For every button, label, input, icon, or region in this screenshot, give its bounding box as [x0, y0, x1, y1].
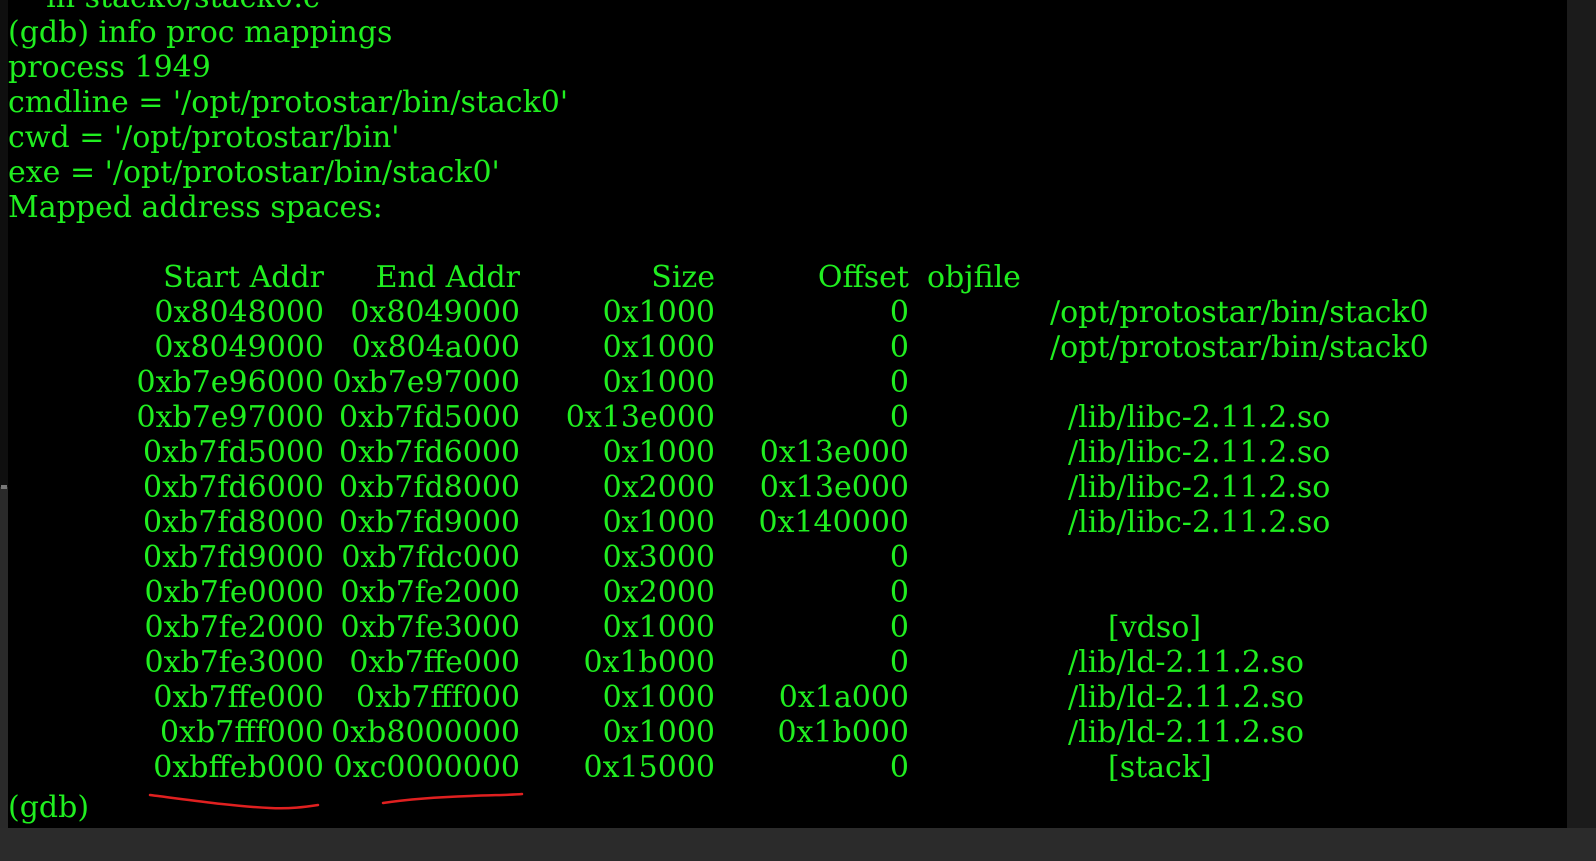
row-end-addr: 0xb7fe3000 [340, 610, 520, 645]
row-size: 0x2000 [602, 470, 715, 505]
terminal-line-cmdline: cmdline = '/opt/protostar/bin/stack0' [8, 85, 569, 120]
window-left-border [0, 0, 8, 487]
row-size: 0x13e000 [565, 400, 715, 435]
row-size: 0x1000 [602, 610, 715, 645]
row-offset: 0 [889, 750, 909, 785]
row-objfile: /lib/ld-2.11.2.so [1068, 645, 1304, 680]
header-end-addr: End Addr [375, 260, 520, 295]
row-objfile: /opt/protostar/bin/stack0 [1050, 295, 1429, 330]
terminal-window[interactable]: in stack0/stack0.c (gdb) info proc mappi… [8, 0, 1567, 828]
header-objfile: objfile [927, 260, 1021, 295]
row-offset: 0 [889, 400, 909, 435]
terminal-line-exe: exe = '/opt/protostar/bin/stack0' [8, 155, 500, 190]
row-objfile: /lib/libc-2.11.2.so [1068, 470, 1331, 505]
row-offset: 0x1a000 [778, 680, 909, 715]
screen: in stack0/stack0.c (gdb) info proc mappi… [0, 0, 1596, 861]
row-start-addr: 0xb7fd9000 [143, 540, 324, 575]
right-edge-panel [1567, 0, 1596, 861]
row-end-addr: 0xb7fd9000 [339, 505, 520, 540]
terminal-line-mapped: Mapped address spaces: [8, 190, 383, 225]
row-objfile: /lib/libc-2.11.2.so [1068, 505, 1331, 540]
resize-handle[interactable] [1, 485, 7, 489]
row-start-addr: 0xb7fd8000 [143, 505, 324, 540]
row-objfile: [stack] [1108, 750, 1212, 785]
row-size: 0x1000 [602, 505, 715, 540]
row-size: 0x15000 [583, 750, 715, 785]
row-offset: 0 [889, 610, 909, 645]
row-offset: 0 [889, 330, 909, 365]
row-size: 0x1000 [602, 715, 715, 750]
row-start-addr: 0xb7e96000 [136, 365, 325, 400]
bottom-edge-panel [0, 828, 1596, 861]
row-objfile: /lib/ld-2.11.2.so [1068, 715, 1304, 750]
row-size: 0x1b000 [583, 645, 715, 680]
row-offset: 0x140000 [758, 505, 909, 540]
row-end-addr: 0xb7fd5000 [339, 400, 520, 435]
terminal-line-command: (gdb) info proc mappings [8, 15, 393, 50]
terminal-line-partial: in stack0/stack0.c [8, 0, 320, 15]
row-objfile: /lib/libc-2.11.2.so [1068, 400, 1331, 435]
row-objfile: /opt/protostar/bin/stack0 [1050, 330, 1429, 365]
row-start-addr: 0xbffeb000 [153, 750, 324, 785]
row-offset: 0 [889, 575, 909, 610]
row-end-addr: 0xb7ffe000 [349, 645, 520, 680]
row-end-addr: 0xc0000000 [333, 750, 520, 785]
row-size: 0x1000 [602, 365, 715, 400]
row-offset: 0 [889, 540, 909, 575]
row-start-addr: 0xb7fe0000 [144, 575, 324, 610]
row-start-addr: 0x8048000 [154, 295, 324, 330]
row-size: 0x1000 [602, 680, 715, 715]
row-offset: 0 [889, 365, 909, 400]
row-objfile: /lib/libc-2.11.2.so [1068, 435, 1331, 470]
terminal-line-cwd: cwd = '/opt/protostar/bin' [8, 120, 400, 155]
row-start-addr: 0xb7fe2000 [144, 610, 324, 645]
terminal-line-process: process 1949 [8, 50, 211, 85]
row-size: 0x1000 [602, 330, 715, 365]
row-start-addr: 0xb7e97000 [136, 400, 325, 435]
row-size: 0x1000 [602, 435, 715, 470]
row-end-addr: 0x8049000 [350, 295, 520, 330]
gdb-prompt[interactable]: (gdb) [8, 790, 89, 825]
row-end-addr: 0xb7fe2000 [340, 575, 520, 610]
header-offset: Offset [817, 260, 909, 295]
row-offset: 0 [889, 295, 909, 330]
row-end-addr: 0xb7fd8000 [339, 470, 520, 505]
row-objfile: /lib/ld-2.11.2.so [1068, 680, 1304, 715]
row-end-addr: 0xb7fff000 [356, 680, 520, 715]
header-size: Size [651, 260, 715, 295]
row-end-addr: 0xb7fdc000 [341, 540, 520, 575]
row-start-addr: 0xb7fe3000 [144, 645, 324, 680]
row-offset: 0x1b000 [777, 715, 909, 750]
header-start-addr: Start Addr [163, 260, 324, 295]
row-size: 0x3000 [602, 540, 715, 575]
row-offset: 0x13e000 [759, 435, 909, 470]
window-left-border-lower [0, 487, 8, 828]
row-offset: 0 [889, 645, 909, 680]
row-start-addr: 0xb7fd6000 [143, 470, 324, 505]
row-start-addr: 0x8049000 [154, 330, 324, 365]
row-size: 0x2000 [602, 575, 715, 610]
row-start-addr: 0xb7ffe000 [153, 680, 324, 715]
row-size: 0x1000 [602, 295, 715, 330]
row-start-addr: 0xb7fd5000 [143, 435, 324, 470]
row-end-addr: 0xb8000000 [331, 715, 520, 750]
row-start-addr: 0xb7fff000 [160, 715, 324, 750]
row-offset: 0x13e000 [759, 470, 909, 505]
row-end-addr: 0xb7e97000 [332, 365, 521, 400]
row-objfile: [vdso] [1108, 610, 1202, 645]
mappings-table: Start Addr End Addr Size Offset objfile … [8, 260, 1567, 790]
row-end-addr: 0x804a000 [351, 330, 520, 365]
row-end-addr: 0xb7fd6000 [339, 435, 520, 470]
